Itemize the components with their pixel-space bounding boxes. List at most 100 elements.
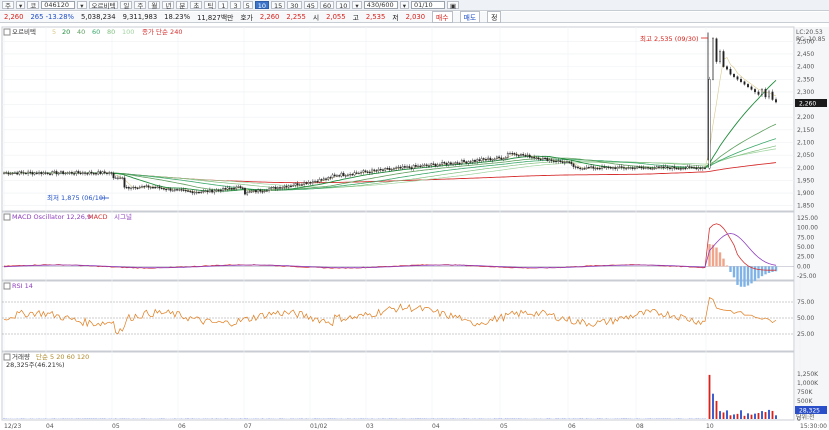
toolbar-item[interactable]: 45 [303, 1, 318, 10]
toolbar-item[interactable]: 1 [218, 1, 229, 10]
toolbar-item[interactable]: 분 [176, 1, 189, 10]
ma-legend-item: 5 [52, 28, 56, 36]
toolbar-item[interactable]: ▣ [446, 1, 460, 10]
extra-button[interactable]: 정 [487, 11, 502, 23]
toolbar-item[interactable]: 오르비텍 [88, 1, 119, 10]
candle-body [171, 190, 174, 192]
low-annotation: 최저 1,875 (06/10) [47, 193, 106, 202]
macd-tick: -25.00 [797, 273, 817, 280]
toolbar-item[interactable]: 일 [120, 1, 133, 10]
toolbar-item[interactable]: 틱 [204, 1, 217, 10]
candle-body [97, 171, 100, 175]
x-tick: 03 [366, 423, 374, 430]
candle-body [638, 166, 641, 168]
candle-body [640, 166, 643, 169]
candle-body [390, 169, 393, 171]
candle-body [581, 168, 584, 170]
toolbar-item[interactable]: ▾ [15, 1, 26, 10]
candle-body [456, 162, 459, 164]
toolbar-item[interactable]: ▾ [399, 1, 409, 10]
toolbar-item[interactable]: 01/10 [410, 1, 445, 9]
toolbar-item[interactable]: 년 [162, 1, 175, 10]
candle-body [520, 154, 522, 156]
toolbar-item[interactable]: ▾ [352, 1, 362, 10]
candle-body [228, 187, 231, 189]
candle-body [90, 171, 93, 174]
ma-legend: 5 20 40 60 80 100 [52, 28, 134, 36]
candle-body [9, 173, 12, 175]
stock-chart[interactable]: 2,5002,4502,4002,3502,3002,2502,2002,150… [0, 24, 829, 430]
price-tick: 2,300 [797, 89, 814, 96]
volume-bar [761, 411, 763, 419]
toolbar-item[interactable]: 초 [190, 1, 203, 10]
candle-body [704, 167, 706, 169]
candle-body [653, 167, 656, 170]
candle-body [88, 171, 91, 175]
candle-body [693, 167, 695, 169]
candle-body [351, 174, 354, 176]
toolbar-item[interactable]: 10 [254, 1, 270, 10]
toolbar-item[interactable]: 10 [336, 1, 351, 10]
price-panel[interactable] [1, 26, 795, 212]
toolbar-item[interactable]: 046120 [41, 1, 76, 9]
toolbar-item[interactable]: 30 [287, 1, 302, 10]
candle-body [198, 191, 200, 194]
candle-body [513, 153, 516, 155]
candle-body [662, 166, 665, 169]
candle-body [743, 81, 746, 85]
candle-body [261, 191, 264, 193]
macd-legend-checkbox[interactable] [3, 213, 11, 221]
macd-tick: 100.00 [797, 225, 818, 232]
macd-panel[interactable] [1, 211, 795, 281]
candle-body [636, 166, 638, 169]
toolbar-item[interactable]: ▾ [77, 1, 87, 10]
candle-body [200, 191, 203, 194]
rsi-panel[interactable] [1, 280, 795, 352]
candle-body [690, 166, 693, 168]
candle-body [535, 157, 538, 159]
candle-body [401, 166, 404, 169]
toolbar-item[interactable]: 5 [242, 1, 253, 10]
candle-body [684, 167, 687, 170]
candle-body [533, 156, 536, 159]
candle-body [555, 160, 557, 162]
volume-legend-checkbox[interactable] [3, 353, 11, 361]
candle-body [347, 174, 349, 176]
candle-body [60, 171, 62, 174]
candle-body [740, 79, 742, 82]
candle-body [750, 86, 753, 90]
candle-body [327, 177, 330, 180]
candle-body [587, 167, 590, 169]
toolbar-item[interactable]: 월 [148, 1, 161, 10]
rsi-tick: 25.00 [797, 331, 814, 338]
candle-body [349, 174, 352, 176]
candle-body [20, 171, 23, 173]
toolbar-item[interactable]: 주 [134, 1, 147, 10]
candle-body [601, 166, 603, 169]
candle-body [408, 166, 411, 168]
price-legend-checkbox[interactable] [3, 28, 11, 36]
rsi-legend-checkbox[interactable] [3, 282, 11, 290]
candle-body [504, 157, 507, 160]
candle-body [49, 173, 51, 175]
toolbar-item[interactable]: 60 [319, 1, 335, 10]
candle-body [631, 167, 634, 169]
toolbar-item[interactable]: 430/600 [363, 1, 398, 9]
high-label: 고 [352, 14, 359, 22]
buy-button[interactable]: 매수 [432, 11, 453, 23]
candle-body [660, 166, 663, 168]
toolbar-item[interactable]: 3 [230, 1, 241, 10]
candle-body [736, 76, 739, 80]
candle-body [7, 172, 10, 175]
candle-body [14, 172, 16, 174]
toolbar-item[interactable]: 15 [271, 1, 286, 10]
toolbar-item[interactable]: 코 [27, 1, 40, 10]
candle-body [132, 186, 135, 189]
candle-body [66, 172, 69, 174]
candle-body [51, 171, 54, 175]
candle-body [22, 172, 25, 174]
toolbar-item[interactable]: 주 [2, 1, 14, 10]
sell-button[interactable]: 매도 [459, 11, 481, 23]
candle-body [557, 160, 560, 162]
volume-panel[interactable] [1, 351, 795, 421]
